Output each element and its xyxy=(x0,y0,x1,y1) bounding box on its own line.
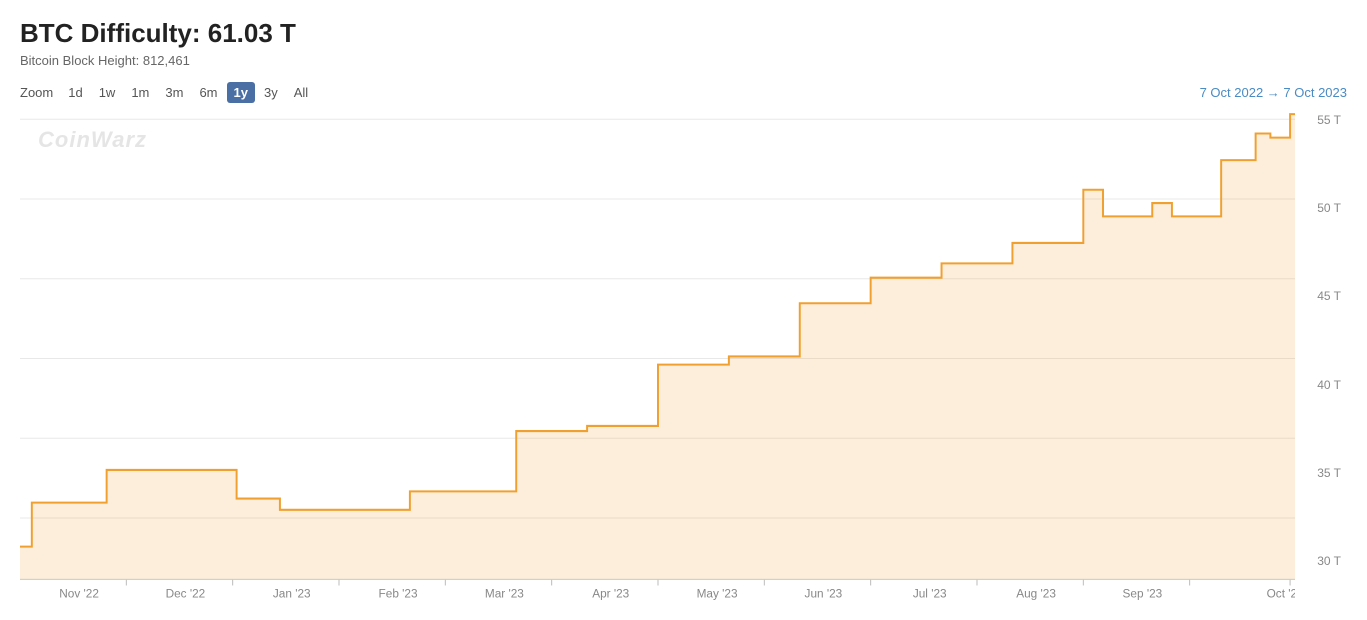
chart-area: CoinWarz xyxy=(20,109,1295,610)
zoom-label: Zoom xyxy=(20,85,53,100)
chart-svg: Nov '22 Dec '22 Jan '23 Feb '23 Mar '23 … xyxy=(20,109,1295,610)
svg-text:Oct '23: Oct '23 xyxy=(1267,587,1295,601)
main-container: BTC Difficulty: 61.03 T Bitcoin Block He… xyxy=(0,0,1367,620)
zoom-1w-button[interactable]: 1w xyxy=(92,82,123,103)
zoom-all-button[interactable]: All xyxy=(287,82,315,103)
svg-text:Mar '23: Mar '23 xyxy=(485,587,524,601)
toolbar: Zoom 1d 1w 1m 3m 6m 1y 3y All 7 Oct 2022… xyxy=(20,82,1347,103)
y-label-30t: 30 T xyxy=(1295,554,1347,568)
chart-wrapper: CoinWarz xyxy=(20,109,1347,610)
zoom-1d-button[interactable]: 1d xyxy=(61,82,89,103)
y-label-35t: 35 T xyxy=(1295,466,1347,480)
zoom-3m-button[interactable]: 3m xyxy=(158,82,190,103)
zoom-1m-button[interactable]: 1m xyxy=(124,82,156,103)
svg-text:Sep '23: Sep '23 xyxy=(1123,587,1163,601)
svg-text:May '23: May '23 xyxy=(697,587,738,601)
date-range: 7 Oct 2022 → 7 Oct 2023 xyxy=(1200,85,1347,100)
svg-text:Jun '23: Jun '23 xyxy=(805,587,843,601)
svg-text:Dec '22: Dec '22 xyxy=(166,587,206,601)
y-label-40t: 40 T xyxy=(1295,378,1347,392)
y-label-50t: 50 T xyxy=(1295,201,1347,215)
block-height: Bitcoin Block Height: 812,461 xyxy=(20,53,1347,68)
zoom-3y-button[interactable]: 3y xyxy=(257,82,285,103)
svg-text:Aug '23: Aug '23 xyxy=(1016,587,1056,601)
svg-text:Feb '23: Feb '23 xyxy=(379,587,418,601)
zoom-6m-button[interactable]: 6m xyxy=(192,82,224,103)
zoom-controls: Zoom 1d 1w 1m 3m 6m 1y 3y All xyxy=(20,82,315,103)
y-label-55t: 55 T xyxy=(1295,113,1347,127)
zoom-1y-button[interactable]: 1y xyxy=(227,82,255,103)
svg-text:Nov '22: Nov '22 xyxy=(59,587,99,601)
svg-text:Jul '23: Jul '23 xyxy=(913,587,947,601)
svg-text:Apr '23: Apr '23 xyxy=(592,587,629,601)
y-axis: 55 T 50 T 45 T 40 T 35 T 30 T xyxy=(1295,109,1347,610)
page-title: BTC Difficulty: 61.03 T xyxy=(20,18,1347,49)
svg-text:Jan '23: Jan '23 xyxy=(273,587,311,601)
y-label-45t: 45 T xyxy=(1295,289,1347,303)
